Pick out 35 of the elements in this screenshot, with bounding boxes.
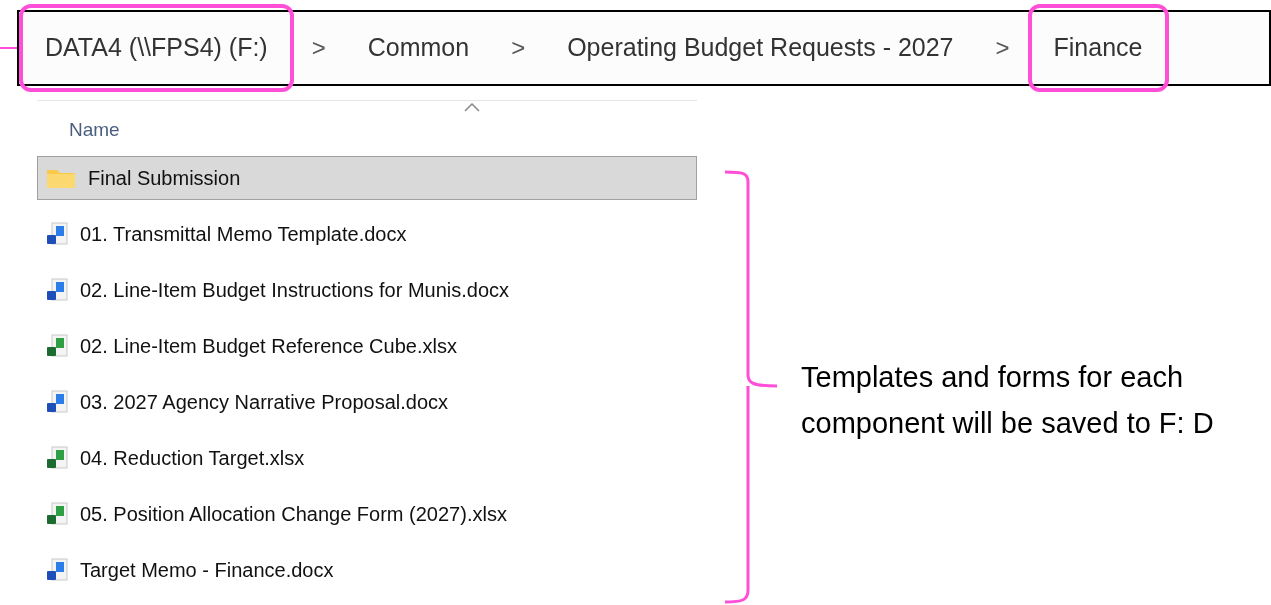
file-name: 02. Line-Item Budget Reference Cube.xlsx bbox=[80, 334, 457, 359]
spreadsheet-icon bbox=[46, 446, 68, 470]
file-row[interactable]: 04. Reduction Target.xlsx bbox=[37, 436, 697, 480]
file-name: 05. Position Allocation Change Form (2027).xlsx bbox=[80, 502, 507, 527]
file-name: 02. Line-Item Budget Instructions for Munis.docx bbox=[80, 278, 510, 303]
annotation-text: Templates and forms for each component will be saved to F: D bbox=[801, 360, 1214, 441]
breadcrumb-item[interactable]: DATA4 (\\FPS4) (F:) bbox=[19, 4, 294, 92]
file-row[interactable]: 05. Position Allocation Change Form (2027).xlsx bbox=[37, 492, 697, 536]
file-row[interactable]: Target Memo - Finance.docx bbox=[37, 548, 697, 592]
file-row[interactable]: 02. Line-Item Budget Reference Cube.xlsx bbox=[37, 324, 697, 368]
spreadsheet-icon bbox=[46, 334, 68, 358]
leader-line bbox=[0, 47, 17, 49]
breadcrumb-item[interactable]: Common bbox=[343, 18, 494, 78]
word-document-icon bbox=[46, 558, 68, 582]
chevron-separator: > bbox=[310, 33, 327, 63]
word-document-icon bbox=[46, 222, 68, 246]
name-column-header[interactable]: Name bbox=[69, 116, 120, 145]
file-name: 03. 2027 Agency Narrative Proposal.docx bbox=[80, 390, 448, 415]
sort-caret-icon bbox=[464, 103, 480, 112]
word-document-icon bbox=[46, 278, 68, 302]
spreadsheet-icon bbox=[46, 502, 68, 526]
file-row[interactable]: 01. Transmittal Memo Template.docx bbox=[37, 212, 697, 256]
breadcrumb-item[interactable]: Operating Budget Requests - 2027 bbox=[543, 18, 978, 78]
file-name: Final Submission bbox=[88, 166, 241, 191]
breadcrumb-item[interactable]: Finance bbox=[1027, 4, 1169, 92]
file-name: 01. Transmittal Memo Template.docx bbox=[80, 222, 407, 247]
folder-icon bbox=[46, 167, 76, 189]
chevron-separator: > bbox=[994, 33, 1011, 63]
file-name: 04. Reduction Target.xlsx bbox=[80, 446, 305, 471]
file-row[interactable]: Final Submission bbox=[37, 156, 697, 200]
file-name: Target Memo - Finance.docx bbox=[80, 558, 334, 583]
word-document-icon bbox=[46, 390, 68, 414]
file-row[interactable]: 03. 2027 Agency Narrative Proposal.docx bbox=[37, 380, 697, 424]
chevron-separator: > bbox=[510, 33, 527, 63]
file-row[interactable]: 02. Line-Item Budget Instructions for Munis.docx bbox=[37, 268, 697, 312]
